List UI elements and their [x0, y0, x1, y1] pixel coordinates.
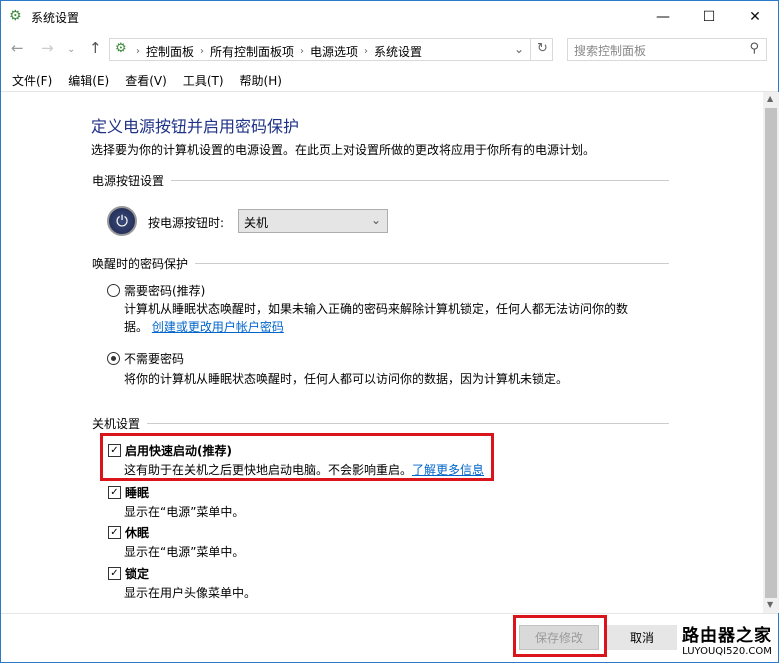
- address-bar[interactable]: ⚙ › 控制面板 › 所有控制面板项 › 电源选项 › 系统设置 ⌄ ↻: [109, 38, 553, 61]
- window-title: 系统设置: [31, 11, 80, 25]
- check-icon[interactable]: ✓: [108, 567, 121, 580]
- learn-more-link[interactable]: 了解更多信息: [412, 463, 484, 477]
- checkbox-label: 休眠: [125, 526, 150, 540]
- power-icon: ⏻: [107, 206, 137, 236]
- cancel-button[interactable]: 取消: [607, 625, 677, 650]
- option-description: 据。: [124, 320, 149, 334]
- menu-edit[interactable]: 编辑(E): [60, 69, 117, 92]
- back-icon[interactable]: ←: [11, 39, 24, 57]
- chevron-right-icon: ›: [200, 46, 205, 57]
- option-description: 计算机从睡眠状态唤醒时，如果未输入正确的密码来解除计算机锁定，任何人都无法访问你…: [124, 302, 629, 316]
- chevron-right-icon: ›: [300, 46, 305, 57]
- menu-tools[interactable]: 工具(T): [175, 69, 232, 92]
- checkbox-lock[interactable]: ✓ 锁定: [108, 565, 149, 582]
- power-button-label: 按电源按钮时:: [148, 216, 225, 230]
- maximize-button[interactable]: ☐: [686, 1, 732, 33]
- wake-password-group: 唤醒时的密码保护: [92, 255, 669, 272]
- title-bar: ⚙ 系统设置 — ☐ ✕: [1, 1, 778, 33]
- power-button-group: 电源按钮设置: [92, 172, 669, 189]
- forward-icon[interactable]: →: [41, 39, 54, 57]
- checkbox-label: 锁定: [125, 567, 150, 581]
- watermark-logo: 路由器之家 LUYOUQI520.COM: [677, 621, 777, 657]
- recent-chevron-icon[interactable]: ⌄: [67, 44, 75, 55]
- divider: [1, 91, 778, 92]
- radio-label: 不需要密码: [124, 352, 185, 366]
- up-icon[interactable]: ↑: [89, 39, 102, 57]
- breadcrumb[interactable]: 系统设置: [374, 43, 422, 60]
- breadcrumb[interactable]: 电源选项: [310, 43, 358, 60]
- page-title: 定义电源按钮并启用密码保护: [91, 117, 300, 136]
- breadcrumb[interactable]: 控制面板: [146, 43, 194, 60]
- search-input[interactable]: 搜索控制面板 ⚲: [567, 38, 767, 61]
- checkbox-hibernate[interactable]: ✓ 休眠: [108, 524, 149, 541]
- page-description: 选择要为你的计算机设置的电源设置。在此页上对设置所做的更改将应用于你所有的电源计…: [91, 143, 596, 157]
- control-panel-icon: ⚙: [115, 41, 127, 56]
- chevron-down-icon[interactable]: ⌄: [514, 42, 524, 56]
- radio-require-password[interactable]: 需要密码(推荐): [107, 282, 205, 299]
- scroll-thumb[interactable]: [765, 108, 777, 598]
- change-password-link[interactable]: 创建或更改用户帐户密码: [152, 320, 284, 334]
- check-icon[interactable]: ✓: [108, 444, 121, 457]
- save-button[interactable]: 保存修改: [519, 625, 599, 650]
- watermark-url: LUYOUQI520.COM: [682, 646, 772, 657]
- radio-no-password[interactable]: 不需要密码: [107, 350, 184, 367]
- group-label: 关机设置: [92, 417, 141, 431]
- option-description: 显示在“电源”菜单中。: [124, 545, 245, 559]
- radio-button[interactable]: [107, 352, 120, 365]
- select-value: 关机: [244, 216, 269, 230]
- menu-help[interactable]: 帮助(H): [232, 69, 290, 92]
- checkbox-sleep[interactable]: ✓ 睡眠: [108, 484, 149, 501]
- menu-file[interactable]: 文件(F): [4, 69, 60, 92]
- power-action-select[interactable]: 关机 ⌄: [238, 209, 388, 233]
- chevron-right-icon: ›: [136, 46, 140, 57]
- control-panel-icon: ⚙: [9, 8, 22, 24]
- checkbox-label: 睡眠: [125, 486, 150, 500]
- check-icon[interactable]: ✓: [108, 526, 121, 539]
- shutdown-settings-group: 关机设置: [92, 415, 669, 432]
- refresh-icon[interactable]: ↻: [537, 41, 548, 56]
- checkbox-fast-startup[interactable]: ✓ 启用快速启动(推荐): [108, 442, 232, 459]
- check-icon[interactable]: ✓: [108, 486, 121, 499]
- search-icon: ⚲: [749, 41, 759, 56]
- group-label: 唤醒时的密码保护: [92, 257, 189, 271]
- menu-view[interactable]: 查看(V): [117, 69, 175, 92]
- chevron-down-icon: ⌄: [370, 213, 381, 227]
- checkbox-label: 启用快速启动(推荐): [125, 444, 232, 458]
- chevron-right-icon: ›: [364, 46, 369, 57]
- breadcrumb[interactable]: 所有控制面板项: [210, 43, 294, 60]
- scroll-down-icon[interactable]: ▼: [767, 600, 773, 609]
- radio-label: 需要密码(推荐): [124, 284, 206, 298]
- divider: [1, 613, 778, 614]
- group-label: 电源按钮设置: [92, 174, 165, 188]
- option-description: 将你的计算机从睡眠状态唤醒时，任何人都可以访问你的数据，因为计算机未锁定。: [124, 372, 569, 386]
- close-button[interactable]: ✕: [732, 1, 778, 33]
- radio-button[interactable]: [107, 284, 120, 297]
- scroll-up-icon[interactable]: ▲: [767, 94, 773, 103]
- divider: [530, 38, 531, 61]
- minimize-button[interactable]: —: [640, 1, 686, 33]
- option-description: 显示在用户头像菜单中。: [124, 586, 257, 600]
- option-description: 显示在“电源”菜单中。: [124, 505, 245, 519]
- watermark-title: 路由器之家: [682, 626, 772, 646]
- option-description: 这有助于在关机之后更快地启动电脑。不会影响重启。: [124, 463, 413, 477]
- scrollbar[interactable]: ▲ ▼: [763, 92, 779, 613]
- search-placeholder: 搜索控制面板: [574, 44, 647, 58]
